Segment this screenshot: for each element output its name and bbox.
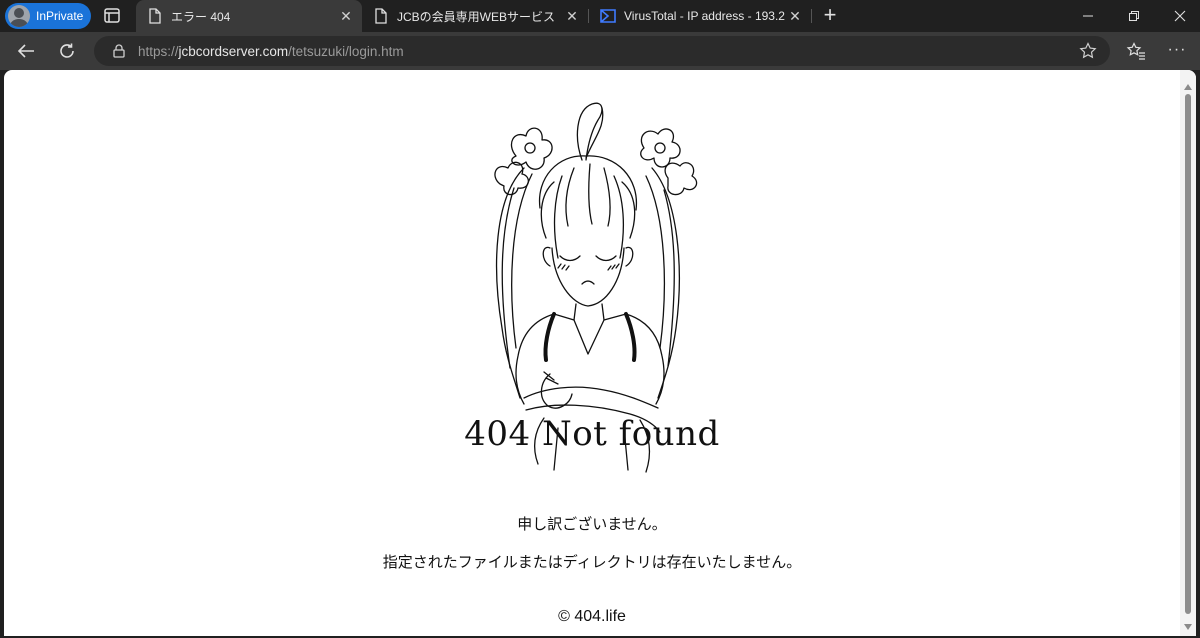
favorite-star-icon[interactable] xyxy=(1078,41,1098,61)
new-tab-icon[interactable]: + xyxy=(818,4,842,27)
refresh-icon[interactable] xyxy=(54,39,80,63)
tab-divider xyxy=(811,9,812,23)
inprivate-badge[interactable]: InPrivate xyxy=(5,3,91,29)
virustotal-icon xyxy=(598,6,618,26)
profile-avatar-icon xyxy=(8,5,30,27)
tab-actions-icon[interactable] xyxy=(101,6,123,26)
tab-virustotal[interactable]: VirusTotal - IP address - 193.23.55 ✕ xyxy=(589,0,811,32)
page-icon xyxy=(145,6,165,26)
scroll-up-arrow-icon[interactable] xyxy=(1184,84,1192,90)
tab-title: エラー 404 xyxy=(171,9,231,24)
tab-strip: InPrivate エラー 404 ✕ JCBの会員専用WEBサービス「MyJC… xyxy=(0,0,1200,32)
scroll-down-arrow-icon[interactable] xyxy=(1184,624,1192,630)
vertical-scrollbar[interactable] xyxy=(1180,70,1196,636)
minimize-icon[interactable] xyxy=(1068,0,1108,32)
url-host: jcbcordserver.com xyxy=(178,43,289,59)
apology-message: 申し訳ございません。 xyxy=(517,516,667,533)
page-icon xyxy=(371,6,391,26)
page-viewport: 404 Not found 申し訳ございません。 指定されたファイルまたはディレ… xyxy=(4,70,1196,636)
tab-title: JCBの会員専用WEBサービス「MyJCB xyxy=(397,9,562,24)
lock-icon[interactable] xyxy=(109,41,129,61)
inprivate-label: InPrivate xyxy=(36,9,84,23)
tab-title: VirusTotal - IP address - 193.23.55 xyxy=(624,9,785,23)
more-menu-icon[interactable]: ··· xyxy=(1166,40,1188,62)
restore-icon[interactable] xyxy=(1114,0,1154,32)
close-tab-icon[interactable]: ✕ xyxy=(562,6,582,26)
tab-error-404[interactable]: エラー 404 ✕ xyxy=(136,0,362,32)
tab-myjcb[interactable]: JCBの会員専用WEBサービス「MyJCB ✕ xyxy=(362,0,588,32)
not-found-message: 指定されたファイルまたはディレクトリは存在いたしません。 xyxy=(382,554,802,571)
back-icon[interactable] xyxy=(13,39,39,63)
error-heading: 404 Not found xyxy=(464,414,720,454)
favorites-icon[interactable] xyxy=(1125,40,1147,62)
close-window-icon[interactable] xyxy=(1160,0,1200,32)
url-path: /tetsuzuki/login.htm xyxy=(288,43,404,59)
address-bar[interactable]: https://jcbcordserver.com/tetsuzuki/logi… xyxy=(94,36,1110,66)
scrollbar-thumb[interactable] xyxy=(1185,94,1191,614)
browser-toolbar: https://jcbcordserver.com/tetsuzuki/logi… xyxy=(0,32,1200,70)
close-tab-icon[interactable]: ✕ xyxy=(336,6,356,26)
url-scheme: https:// xyxy=(138,43,179,59)
copyright-footer: © 404.life xyxy=(558,608,626,625)
close-tab-icon[interactable]: ✕ xyxy=(785,6,805,26)
